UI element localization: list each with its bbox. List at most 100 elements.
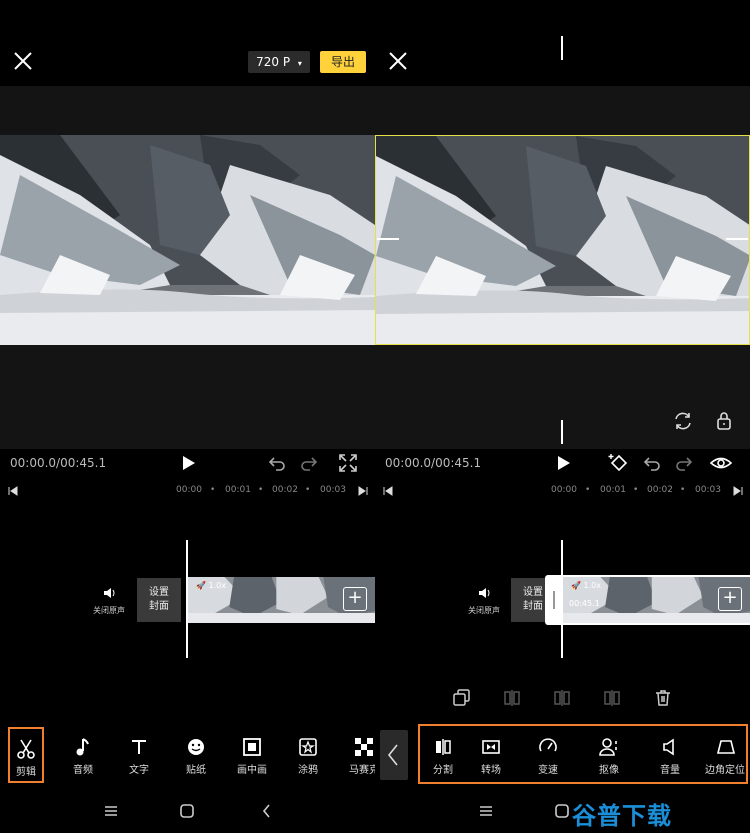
- crop-handle-left[interactable]: [377, 238, 399, 240]
- video-preview[interactable]: [0, 135, 375, 345]
- bottom-marker: [561, 420, 563, 444]
- menu-icon[interactable]: [102, 802, 120, 820]
- main-toolbar: 剪辑 音频 文字 贴纸 画中画 涂鸦 马赛克: [0, 727, 375, 787]
- text-icon: [132, 740, 146, 754]
- resolution-label: 720 P: [256, 55, 291, 69]
- redo-icon[interactable]: [297, 451, 321, 475]
- top-bar: 720 P ▾ 导出: [0, 36, 375, 86]
- fullscreen-icon[interactable]: [336, 451, 360, 475]
- skip-start-icon[interactable]: [8, 486, 18, 496]
- playhead[interactable]: [561, 540, 563, 658]
- speed-icon: [539, 738, 557, 752]
- rotate-icon[interactable]: [672, 410, 694, 432]
- tool-label: 马赛克: [349, 765, 375, 776]
- tool-text[interactable]: 文字: [114, 727, 164, 783]
- clip-tools: 分割 转场 变速 抠像 音量 边角定位: [418, 727, 748, 783]
- tool-label: 画中画: [237, 765, 267, 776]
- tool-transition[interactable]: 转场: [466, 727, 516, 783]
- timecode: 00:00.0/00:45.1: [385, 456, 482, 470]
- tool-mosaic[interactable]: 马赛克: [339, 727, 375, 783]
- music-note-icon: [76, 738, 89, 756]
- tool-doodle[interactable]: 涂鸦: [283, 727, 333, 783]
- back-icon[interactable]: [258, 802, 276, 820]
- undo-icon[interactable]: [640, 451, 664, 475]
- ruler-tick: 00:01: [225, 485, 251, 495]
- picture-in-picture-icon: [243, 738, 261, 756]
- speed-badge: 🚀 1.0x: [571, 581, 601, 590]
- play-icon[interactable]: [551, 451, 575, 475]
- timeline-ruler: 00:00 • 00:01 • 00:02 • 00:03: [375, 482, 750, 500]
- undo-icon[interactable]: [265, 451, 289, 475]
- tool-label: 剪辑: [16, 767, 36, 778]
- tool-speed[interactable]: 变速: [523, 727, 573, 783]
- mosaic-icon: [355, 738, 373, 756]
- tool-volume[interactable]: 音量: [645, 727, 695, 783]
- resolution-selector[interactable]: 720 P ▾: [248, 51, 310, 73]
- playhead[interactable]: [186, 540, 188, 658]
- mute-original-label[interactable]: 关闭原声: [454, 605, 514, 616]
- timeline-ruler: 00:00 • 00:01 • 00:02 • 00:03: [0, 482, 375, 500]
- skip-start-icon[interactable]: [383, 486, 393, 496]
- volume-icon: [663, 738, 674, 756]
- ruler-tick: 00:00: [176, 485, 202, 495]
- chevron-left-icon: [387, 744, 398, 766]
- tool-audio[interactable]: 音频: [58, 727, 108, 783]
- ruler-tick: 00:03: [320, 485, 346, 495]
- close-icon[interactable]: [12, 50, 34, 72]
- ruler-tick: 00:00: [551, 485, 577, 495]
- corner-pin-icon: [716, 740, 736, 754]
- tool-label: 涂鸦: [298, 765, 318, 776]
- tool-label: 文字: [129, 765, 149, 776]
- tool-label: 抠像: [599, 765, 619, 776]
- mute-original-label[interactable]: 关闭原声: [79, 605, 139, 616]
- add-clip-button[interactable]: +: [343, 587, 367, 611]
- trash-icon[interactable]: [653, 688, 673, 708]
- play-icon[interactable]: [176, 451, 200, 475]
- add-clip-button[interactable]: +: [718, 587, 742, 611]
- tool-pip[interactable]: 画中画: [227, 727, 277, 783]
- toolbar-back-button[interactable]: [380, 730, 408, 780]
- tool-corner-pin[interactable]: 边角定位: [700, 727, 750, 783]
- tool-cutout[interactable]: 抠像: [584, 727, 634, 783]
- transition-icon: [482, 740, 500, 754]
- scissors-icon: [17, 739, 35, 759]
- watermark-logo: 谷普下载: [572, 802, 672, 830]
- tool-label: 贴纸: [186, 765, 206, 776]
- system-navbar: [375, 796, 750, 826]
- keyframe-icon[interactable]: [607, 451, 631, 475]
- home-icon[interactable]: [178, 802, 196, 820]
- smiley-icon: [188, 739, 204, 755]
- export-button[interactable]: 导出: [320, 51, 366, 73]
- selected-video-preview[interactable]: [375, 135, 750, 345]
- editor-panel-right: 00:00.0/00:45.1 00:00 • 00:01 • 00:02 • …: [375, 0, 750, 833]
- ruler-tick: 00:01: [600, 485, 626, 495]
- system-navbar: [0, 796, 375, 826]
- tool-cut[interactable]: 剪辑: [8, 727, 44, 783]
- menu-icon[interactable]: [477, 802, 495, 820]
- speaker-icon[interactable]: [477, 586, 491, 600]
- lock-icon[interactable]: [713, 410, 735, 432]
- crop-handle-right[interactable]: [726, 238, 748, 240]
- doodle-icon: [299, 738, 317, 756]
- cutout-icon: [599, 738, 617, 756]
- split-disabled-icon: [504, 690, 520, 706]
- eye-icon[interactable]: [709, 451, 733, 475]
- top-marker: [561, 36, 563, 60]
- redo-icon[interactable]: [672, 451, 696, 475]
- clip-duration: 00:45.1: [569, 599, 600, 608]
- chevron-down-icon: ▾: [297, 59, 302, 68]
- copy-icon[interactable]: [452, 688, 472, 708]
- skip-end-icon[interactable]: [358, 486, 368, 496]
- tool-sticker[interactable]: 贴纸: [171, 727, 221, 783]
- freeze-disabled-icon: [554, 690, 570, 706]
- close-icon[interactable]: [387, 50, 409, 72]
- skip-end-icon[interactable]: [733, 486, 743, 496]
- ruler-tick: 00:02: [647, 485, 673, 495]
- speaker-icon[interactable]: [102, 586, 116, 600]
- editor-panel-left: 720 P ▾ 导出 00:00.0/00:45.1 00:00 • 00:01…: [0, 0, 375, 833]
- set-cover-button[interactable]: 设置 封面: [137, 578, 181, 622]
- home-icon[interactable]: [553, 802, 571, 820]
- timecode: 00:00.0/00:45.1: [10, 456, 107, 470]
- tool-label: 边角定位: [705, 765, 745, 776]
- tool-split[interactable]: 分割: [418, 727, 468, 783]
